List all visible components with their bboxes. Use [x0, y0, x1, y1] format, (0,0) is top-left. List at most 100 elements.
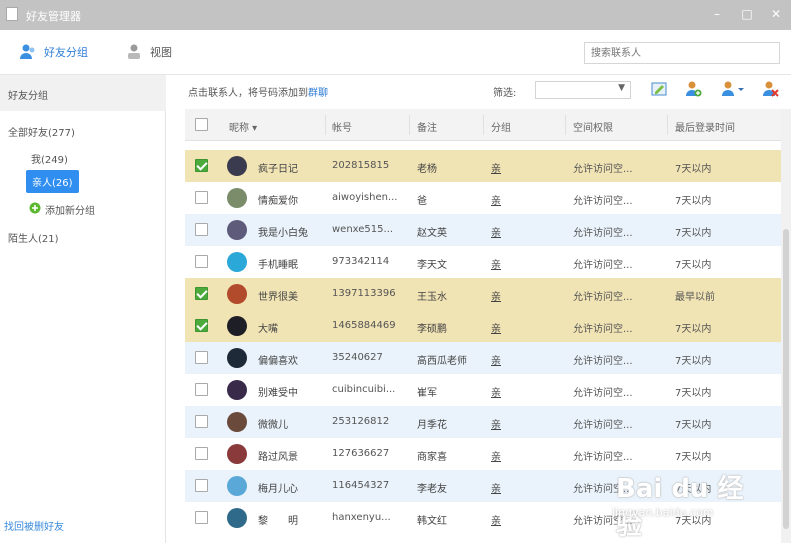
remark-cell[interactable]: 崔军: [417, 384, 479, 399]
sidebar-item-group[interactable]: 我(249): [31, 151, 68, 166]
account-cell: 116454327: [332, 480, 390, 491]
table-row[interactable]: 大嘴 1465884469 李硕鹏亲 允许访问空... 7天以内: [185, 310, 781, 342]
group-cell[interactable]: 亲: [491, 352, 531, 367]
table-row[interactable]: 别难受中 cuibincuibi... 崔军亲 允许访问空... 7天以内: [185, 374, 781, 406]
tab-friend-groups-label: 好友分组: [44, 46, 88, 59]
remark-cell[interactable]: 老杨: [417, 160, 479, 175]
recover-deleted-friends-link[interactable]: 找回被删好友: [4, 518, 64, 533]
sidebar: 好友分组 全部好友(277) 我(249) 亲人(26) 添加新分组 陌生人(2…: [0, 75, 166, 543]
avatar: [227, 188, 247, 208]
row-checkbox[interactable]: [195, 287, 208, 300]
account-cell: 1465884469: [332, 320, 396, 331]
row-checkbox[interactable]: [195, 351, 208, 364]
remark-cell[interactable]: 韩文红: [417, 512, 479, 527]
group-cell[interactable]: 亲: [491, 416, 531, 431]
table-row[interactable]: 偏偏喜欢 35240627 高西瓜老师亲 允许访问空... 7天以内: [185, 342, 781, 374]
last-login-cell: 7天以内: [675, 228, 712, 239]
remark-cell[interactable]: 月季花: [417, 416, 479, 431]
info-link[interactable]: 群聊: [308, 88, 328, 99]
friends-icon: [18, 42, 38, 62]
table-row[interactable]: 微微儿 253126812 月季花亲 允许访问空... 7天以内: [185, 406, 781, 438]
account-cell: wenxe515...: [332, 224, 394, 235]
remark-cell[interactable]: 李天文: [417, 256, 479, 271]
remark-cell[interactable]: 赵文英: [417, 224, 479, 239]
sidebar-item-group-selected[interactable]: 亲人(26): [26, 170, 79, 193]
row-checkbox[interactable]: [195, 319, 208, 332]
search-input[interactable]: [584, 42, 780, 64]
nickname-cell: 别难受中: [258, 388, 298, 399]
row-checkbox[interactable]: [195, 255, 208, 268]
sidebar-item-all-friends[interactable]: 全部好友(277): [8, 124, 75, 139]
column-header-nickname[interactable]: 昵称 ▾: [229, 119, 257, 134]
remark-cell[interactable]: 高西瓜老师: [417, 352, 479, 367]
chevron-down-icon: ▼: [618, 83, 625, 93]
add-group-button[interactable]: 添加新分组: [29, 202, 95, 217]
row-checkbox[interactable]: [195, 479, 208, 492]
scrollbar[interactable]: [781, 109, 791, 543]
baidu-watermark: Bai du 经验 jingyan.baidu.com: [606, 462, 756, 541]
table-row[interactable]: 世界很美 1397113396 王玉水亲 允许访问空... 最早以前: [185, 278, 781, 310]
column-divider: [483, 115, 484, 135]
table-header: 昵称 ▾ 帐号 备注 分组 空间权限 最后登录时间: [185, 109, 781, 141]
group-cell[interactable]: 亲: [491, 384, 531, 399]
scrollbar-thumb[interactable]: [783, 229, 789, 529]
column-divider: [667, 115, 668, 135]
sidebar-item-strangers[interactable]: 陌生人(21): [8, 230, 59, 245]
group-cell[interactable]: 亲: [491, 160, 531, 175]
add-user-icon: [684, 80, 702, 101]
space-permission-cell: 允许访问空...: [573, 164, 633, 175]
tab-friend-groups[interactable]: 好友分组: [18, 41, 88, 63]
maximize-button[interactable]: □: [740, 7, 754, 21]
account-cell: aiwoyishen...: [332, 192, 398, 203]
minimize-button[interactable]: –: [710, 7, 724, 21]
row-checkbox[interactable]: [195, 511, 208, 524]
remark-cell[interactable]: 李老友: [417, 480, 479, 495]
group-cell[interactable]: 亲: [491, 448, 531, 463]
move-group-button[interactable]: [719, 80, 747, 100]
remark-cell[interactable]: 商家喜: [417, 448, 479, 463]
column-header-account[interactable]: 帐号: [332, 119, 352, 134]
table-row[interactable]: 手机睡眠 973342114 李天文亲 允许访问空... 7天以内: [185, 246, 781, 278]
group-cell[interactable]: 亲: [491, 256, 531, 271]
watermark-title: Bai du 经验: [616, 474, 744, 541]
avatar: [227, 220, 247, 240]
column-header-space-permission[interactable]: 空间权限: [573, 119, 613, 134]
group-cell[interactable]: 亲: [491, 224, 531, 239]
row-checkbox[interactable]: [195, 447, 208, 460]
filter-label: 筛选:: [493, 88, 517, 99]
account-cell: 973342114: [332, 256, 390, 267]
nickname-cell: 疯子日记: [258, 164, 298, 175]
row-checkbox[interactable]: [195, 223, 208, 236]
group-cell[interactable]: 亲: [491, 288, 531, 303]
row-checkbox[interactable]: [195, 415, 208, 428]
column-header-remark[interactable]: 备注: [417, 119, 437, 134]
column-header-last-login[interactable]: 最后登录时间: [675, 119, 735, 134]
group-cell[interactable]: 亲: [491, 192, 531, 207]
row-checkbox[interactable]: [195, 191, 208, 204]
edit-remark-button[interactable]: [650, 80, 670, 100]
column-header-group[interactable]: 分组: [491, 119, 511, 134]
close-button[interactable]: ✕: [769, 7, 783, 21]
group-cell[interactable]: 亲: [491, 320, 531, 335]
group-cell[interactable]: 亲: [491, 480, 531, 495]
delete-friend-button[interactable]: [760, 80, 780, 100]
window-title: 好友管理器: [26, 10, 81, 23]
row-checkbox[interactable]: [195, 159, 208, 172]
remark-cell[interactable]: 李硕鹏: [417, 320, 479, 335]
space-permission-cell: 允许访问空...: [573, 324, 633, 335]
avatar: [227, 412, 247, 432]
table-row[interactable]: 疯子日记 202815815 老杨亲 允许访问空... 7天以内: [185, 150, 781, 182]
group-cell[interactable]: 亲: [491, 512, 531, 527]
remark-cell[interactable]: 王玉水: [417, 288, 479, 303]
table-row[interactable]: 我是小白兔 wenxe515... 赵文英亲 允许访问空... 7天以内: [185, 214, 781, 246]
nickname-cell: 情痴爱你: [258, 196, 298, 207]
add-friend-button[interactable]: [683, 80, 703, 100]
remark-cell[interactable]: 爸: [417, 192, 479, 207]
filter-dropdown[interactable]: ▼: [535, 81, 631, 99]
add-group-icon: [29, 202, 41, 217]
last-login-cell: 7天以内: [675, 356, 712, 367]
table-row[interactable]: 情痴爱你 aiwoyishen... 爸亲 允许访问空... 7天以内: [185, 182, 781, 214]
tab-view[interactable]: 视图: [124, 41, 172, 63]
row-checkbox[interactable]: [195, 383, 208, 396]
select-all-checkbox[interactable]: [195, 118, 208, 131]
